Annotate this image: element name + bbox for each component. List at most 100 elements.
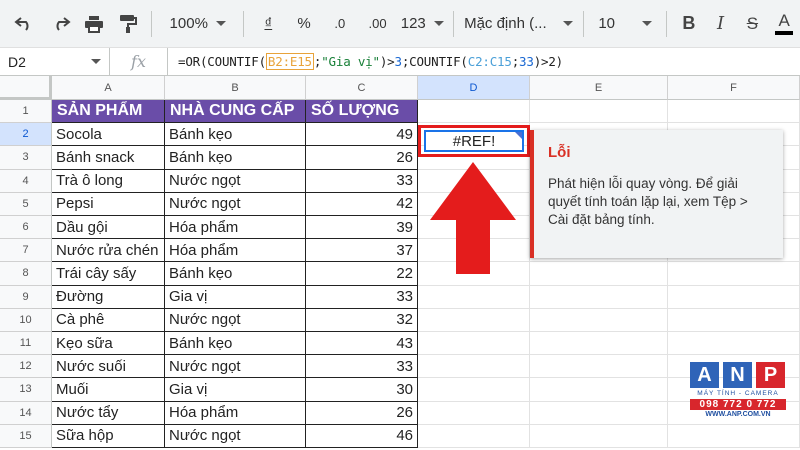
- table-cell-b[interactable]: Hóa phẩm: [165, 401, 306, 425]
- table-cell-a[interactable]: Trà ô long: [52, 169, 165, 193]
- font-select[interactable]: Mặc định (...: [460, 15, 577, 32]
- row-header-13[interactable]: 13: [0, 378, 52, 402]
- formula-input[interactable]: =OR(COUNTIF(B2:E15 ; "Gia vị")>3;COUNTIF(C…: [168, 53, 563, 70]
- italic-icon[interactable]: I: [705, 0, 737, 48]
- empty-cell[interactable]: [530, 378, 668, 402]
- table-cell-c[interactable]: 37: [306, 239, 418, 263]
- header-cell-c[interactable]: SỐ LƯỢNG: [306, 100, 418, 124]
- row-header-2[interactable]: 2: [0, 123, 52, 147]
- select-all-corner[interactable]: [0, 76, 52, 100]
- name-box[interactable]: D2: [0, 47, 110, 76]
- table-cell-b[interactable]: Gia vị: [165, 378, 306, 402]
- table-cell-b[interactable]: Hóa phẩm: [165, 239, 306, 263]
- strikethrough-icon[interactable]: S: [737, 0, 769, 48]
- number-format-select[interactable]: 123: [397, 15, 447, 32]
- table-cell-c[interactable]: 22: [306, 262, 418, 286]
- table-cell-b[interactable]: Bánh kẹo: [165, 332, 306, 356]
- table-cell-b[interactable]: Gia vị: [165, 285, 306, 309]
- table-cell-b[interactable]: Bánh kẹo: [165, 146, 306, 170]
- empty-cell[interactable]: [418, 401, 530, 425]
- empty-cell[interactable]: [530, 401, 668, 425]
- empty-cell[interactable]: [418, 424, 530, 448]
- row-header-3[interactable]: 3: [0, 146, 52, 170]
- table-cell-c[interactable]: 42: [306, 192, 418, 216]
- column-header-b[interactable]: B: [165, 76, 306, 100]
- empty-cell[interactable]: [418, 100, 530, 124]
- empty-cell[interactable]: [418, 355, 530, 379]
- table-cell-b[interactable]: Nước ngọt: [165, 355, 306, 379]
- row-header-7[interactable]: 7: [0, 239, 52, 263]
- header-cell-b[interactable]: NHÀ CUNG CẤP: [165, 100, 306, 124]
- row-header-11[interactable]: 11: [0, 332, 52, 356]
- table-cell-c[interactable]: 26: [306, 401, 418, 425]
- table-cell-a[interactable]: Sữa hộp: [52, 424, 165, 448]
- empty-cell[interactable]: [530, 100, 668, 124]
- print-icon[interactable]: [77, 0, 111, 48]
- table-cell-c[interactable]: 33: [306, 285, 418, 309]
- empty-cell[interactable]: [530, 355, 668, 379]
- row-header-9[interactable]: 9: [0, 285, 52, 309]
- table-cell-b[interactable]: Hóa phẩm: [165, 216, 306, 240]
- table-cell-a[interactable]: Nước tẩy: [52, 401, 165, 425]
- row-header-5[interactable]: 5: [0, 192, 52, 216]
- table-cell-b[interactable]: Nước ngọt: [165, 169, 306, 193]
- table-cell-a[interactable]: Socola: [52, 123, 165, 147]
- column-header-a[interactable]: A: [52, 76, 165, 100]
- row-header-12[interactable]: 12: [0, 355, 52, 379]
- row-header-15[interactable]: 15: [0, 424, 52, 448]
- column-header-c[interactable]: C: [306, 76, 418, 100]
- empty-cell[interactable]: [668, 285, 800, 309]
- empty-cell[interactable]: [668, 262, 800, 286]
- zoom-select[interactable]: 100%: [158, 15, 237, 32]
- table-cell-b[interactable]: Nước ngọt: [165, 424, 306, 448]
- increase-decimal-button[interactable]: .00: [358, 0, 398, 48]
- header-cell-a[interactable]: SẢN PHẨM: [52, 100, 165, 124]
- table-cell-c[interactable]: 39: [306, 216, 418, 240]
- column-header-e[interactable]: E: [530, 76, 668, 100]
- row-header-10[interactable]: 10: [0, 308, 52, 332]
- error-cell-d2[interactable]: #REF!: [424, 130, 524, 152]
- table-cell-c[interactable]: 49: [306, 123, 418, 147]
- empty-cell[interactable]: [418, 378, 530, 402]
- table-cell-c[interactable]: 30: [306, 378, 418, 402]
- table-cell-b[interactable]: Bánh kẹo: [165, 262, 306, 286]
- table-cell-a[interactable]: Trái cây sấy: [52, 262, 165, 286]
- empty-cell[interactable]: [530, 332, 668, 356]
- table-cell-a[interactable]: Dầu gội: [52, 216, 165, 240]
- table-cell-c[interactable]: 26: [306, 146, 418, 170]
- currency-button[interactable]: ₫: [250, 0, 286, 48]
- redo-icon[interactable]: [44, 0, 78, 48]
- text-color-button[interactable]: A: [768, 0, 800, 48]
- table-cell-b[interactable]: Nước ngọt: [165, 308, 306, 332]
- table-cell-c[interactable]: 33: [306, 355, 418, 379]
- column-header-f[interactable]: F: [668, 76, 800, 100]
- font-size-select[interactable]: 10: [590, 15, 660, 32]
- row-header-4[interactable]: 4: [0, 169, 52, 193]
- empty-cell[interactable]: [530, 285, 668, 309]
- paint-format-icon[interactable]: [111, 0, 145, 48]
- percent-button[interactable]: %: [286, 0, 322, 48]
- row-header-14[interactable]: 14: [0, 401, 52, 425]
- table-cell-a[interactable]: Nước suối: [52, 355, 165, 379]
- empty-cell[interactable]: [530, 262, 668, 286]
- empty-cell[interactable]: [668, 308, 800, 332]
- table-cell-a[interactable]: Nước rửa chén: [52, 239, 165, 263]
- table-cell-a[interactable]: Đường: [52, 285, 165, 309]
- decrease-decimal-button[interactable]: .0: [322, 0, 358, 48]
- column-header-d[interactable]: D: [418, 76, 530, 100]
- table-cell-a[interactable]: Kẹo sữa: [52, 332, 165, 356]
- row-header-8[interactable]: 8: [0, 262, 52, 286]
- table-cell-b[interactable]: Bánh kẹo: [165, 123, 306, 147]
- table-cell-b[interactable]: Nước ngọt: [165, 192, 306, 216]
- empty-cell[interactable]: [668, 100, 800, 124]
- table-cell-c[interactable]: 46: [306, 424, 418, 448]
- table-cell-a[interactable]: Bánh snack: [52, 146, 165, 170]
- table-cell-c[interactable]: 33: [306, 169, 418, 193]
- table-cell-a[interactable]: Cà phê: [52, 308, 165, 332]
- table-cell-a[interactable]: Pepsi: [52, 192, 165, 216]
- row-header-6[interactable]: 6: [0, 216, 52, 240]
- bold-button[interactable]: B: [673, 0, 705, 48]
- table-cell-c[interactable]: 32: [306, 308, 418, 332]
- table-cell-a[interactable]: Muối: [52, 378, 165, 402]
- row-header-1[interactable]: 1: [0, 100, 52, 124]
